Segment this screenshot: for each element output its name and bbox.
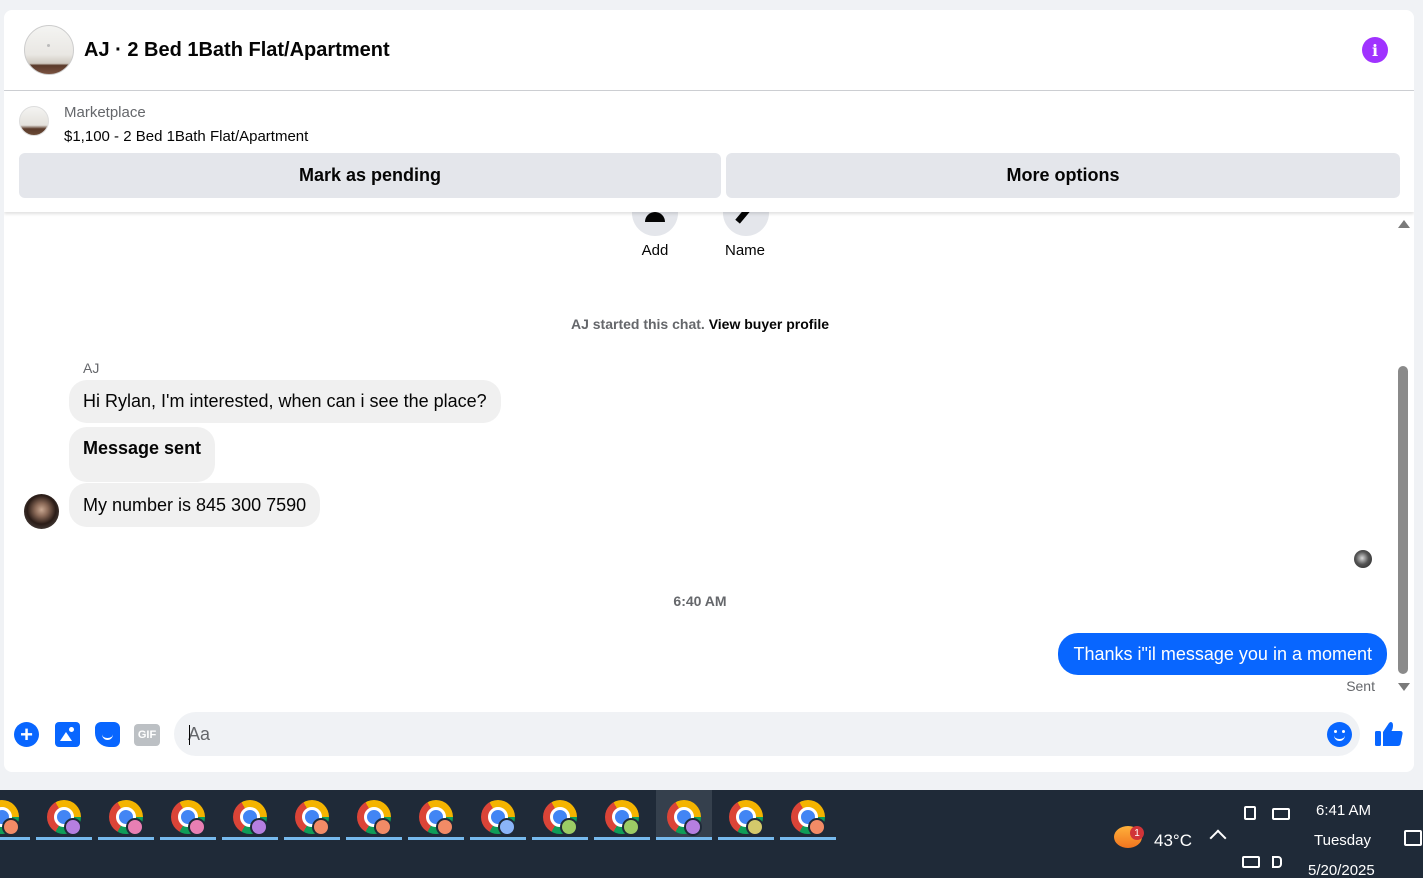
listing-thumbnail[interactable]: [19, 106, 49, 136]
chat-started-text: AJ started this chat.: [570, 316, 705, 332]
profile-badge-icon: [126, 818, 144, 836]
sent-status: Sent: [1346, 678, 1375, 694]
edit-name-button[interactable]: [723, 212, 769, 236]
profile-badge-icon: [64, 818, 82, 836]
clock-date[interactable]: 5/20/2025: [1308, 862, 1375, 878]
profile-badge-icon: [746, 818, 764, 836]
chrome-taskbar-button[interactable]: [160, 790, 216, 840]
running-indicator: [470, 837, 526, 840]
outgoing-message[interactable]: Thanks i"il message you in a moment: [1058, 633, 1387, 675]
name-label: Name: [724, 242, 765, 259]
emoji-icon[interactable]: [1327, 722, 1352, 747]
running-indicator: [594, 837, 650, 840]
messenger-window: AJ · 2 Bed 1Bath Flat/Apartment i Market…: [4, 10, 1414, 772]
chrome-taskbar-button[interactable]: [780, 790, 836, 840]
chrome-taskbar-button[interactable]: [594, 790, 650, 840]
read-receipt-avatar: [1354, 550, 1372, 568]
sender-avatar[interactable]: [24, 494, 59, 529]
profile-badge-icon: [622, 818, 640, 836]
weather-badge: 1: [1130, 826, 1144, 840]
running-indicator: [718, 837, 774, 840]
pencil-icon: [735, 212, 753, 224]
like-icon[interactable]: [1374, 720, 1404, 748]
add-label: Add: [641, 242, 669, 259]
incoming-message[interactable]: My number is 845 300 7590: [69, 483, 321, 527]
message-input[interactable]: [188, 712, 1308, 756]
clock-time[interactable]: 6:41 AM: [1316, 802, 1371, 819]
windows-taskbar: [0, 790, 1423, 878]
battery-icon[interactable]: [1272, 808, 1290, 820]
running-indicator: [160, 837, 216, 840]
chrome-taskbar-button[interactable]: [718, 790, 774, 840]
view-buyer-profile-link[interactable]: View buyer profile: [709, 316, 829, 332]
profile-badge-icon: [808, 818, 826, 836]
chat-started-notice: AJ started this chat. View buyer profile: [4, 316, 1396, 332]
marketplace-banner: Marketplace $1,100 - 2 Bed 1Bath Flat/Ap…: [4, 91, 1414, 212]
profile-badge-icon: [498, 818, 516, 836]
running-indicator: [532, 837, 588, 840]
chrome-taskbar-button[interactable]: [532, 790, 588, 840]
network-icon[interactable]: [1242, 856, 1260, 868]
profile-badge-icon: [560, 818, 578, 836]
sender-name: AJ: [83, 360, 100, 376]
photo-icon[interactable]: [55, 722, 80, 747]
running-indicator: [284, 837, 340, 840]
chrome-taskbar-button[interactable]: [284, 790, 340, 840]
message-input-wrapper: [174, 712, 1360, 756]
volume-icon[interactable]: [1272, 856, 1282, 868]
text-caret: [189, 725, 190, 745]
incoming-message[interactable]: Message sent: [69, 427, 216, 482]
marketplace-label: Marketplace: [64, 104, 146, 121]
clock-day[interactable]: Tuesday: [1314, 832, 1371, 849]
running-indicator: [780, 837, 836, 840]
running-indicator: [36, 837, 92, 840]
profile-badge-icon: [374, 818, 392, 836]
listing-avatar[interactable]: [24, 25, 74, 75]
gif-icon[interactable]: GIF: [134, 724, 160, 746]
chrome-taskbar-button[interactable]: [656, 790, 712, 840]
chrome-taskbar-button[interactable]: [222, 790, 278, 840]
running-indicator: [222, 837, 278, 840]
sticker-icon[interactable]: [95, 722, 120, 747]
running-indicator: [0, 837, 30, 840]
scroll-down-arrow-icon[interactable]: [1398, 683, 1410, 691]
incoming-message[interactable]: Hi Rylan, I'm interested, when can i see…: [69, 380, 501, 423]
meet-now-icon[interactable]: [1244, 806, 1256, 820]
profile-badge-icon: [312, 818, 330, 836]
info-icon[interactable]: i: [1362, 37, 1388, 63]
chat-title: AJ · 2 Bed 1Bath Flat/Apartment: [84, 39, 390, 61]
chrome-taskbar-button[interactable]: [0, 790, 30, 840]
chrome-taskbar-button[interactable]: [36, 790, 92, 840]
temperature[interactable]: 43°C: [1154, 831, 1192, 851]
message-composer: + GIF: [4, 710, 1414, 758]
message-list: Add Name AJ started this chat. View buye…: [4, 212, 1396, 700]
person-icon: [645, 212, 665, 222]
plus-icon[interactable]: +: [14, 722, 39, 747]
add-person-button[interactable]: [632, 212, 678, 236]
profile-badge-icon: [188, 818, 206, 836]
profile-badge-icon: [684, 818, 702, 836]
chrome-taskbar-button[interactable]: [98, 790, 154, 840]
profile-badge-icon: [436, 818, 454, 836]
scrollbar-thumb[interactable]: [1398, 366, 1408, 674]
running-indicator: [346, 837, 402, 840]
running-indicator: [656, 837, 712, 840]
message-timestamp: 6:40 AM: [673, 593, 727, 609]
notifications-icon[interactable]: [1404, 830, 1422, 846]
chat-scrollbar[interactable]: [1396, 216, 1414, 696]
running-indicator: [408, 837, 464, 840]
listing-title[interactable]: $1,100 - 2 Bed 1Bath Flat/Apartment: [64, 128, 308, 145]
profile-badge-icon: [250, 818, 268, 836]
running-indicator: [98, 837, 154, 840]
chat-header: AJ · 2 Bed 1Bath Flat/Apartment i: [4, 10, 1414, 91]
chrome-taskbar-button[interactable]: [470, 790, 526, 840]
chrome-taskbar-button[interactable]: [408, 790, 464, 840]
mark-as-pending-button[interactable]: Mark as pending: [19, 153, 721, 198]
chrome-taskbar-button[interactable]: [346, 790, 402, 840]
more-options-button[interactable]: More options: [726, 153, 1400, 198]
profile-badge-icon: [2, 818, 20, 836]
scroll-up-arrow-icon[interactable]: [1398, 220, 1410, 228]
